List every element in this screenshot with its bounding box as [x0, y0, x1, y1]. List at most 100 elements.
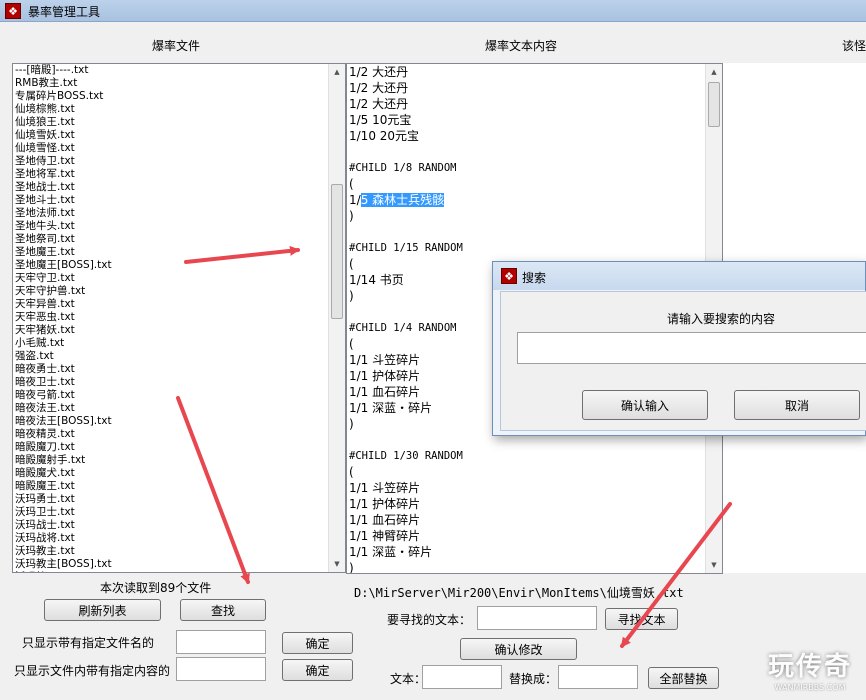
file-list-item[interactable]: 天牢猪妖.txt [15, 324, 329, 337]
confirm-content-filter-button[interactable]: 确定 [282, 659, 353, 681]
file-list-item[interactable]: 暗夜法王[BOSS].txt [15, 415, 329, 428]
watermark-url: WANMIRBBS.COM [774, 683, 846, 692]
text-label: 文本： [390, 672, 427, 686]
content-line-text: ) [349, 561, 354, 574]
dialog-search-input[interactable] [517, 332, 866, 364]
dialog-cancel-button[interactable]: 取消 [734, 390, 860, 420]
file-list-item[interactable]: 沃玛战士.txt [15, 519, 329, 532]
file-list-item[interactable]: 圣地侍卫.txt [15, 155, 329, 168]
filter-content-input[interactable] [176, 657, 266, 681]
file-list-item[interactable]: 小毛贼.txt [15, 337, 329, 350]
file-list-items: ---[暗殿]----.txt RMB教主.txt 专属碎片BOSS.txt 仙境棕熊… [15, 64, 329, 572]
search-dialog: ❖ 搜索 请输入要搜索的内容 确认输入 取消 [492, 261, 866, 436]
replace-label: 替换成： [509, 672, 558, 686]
scroll-down-icon[interactable]: ▼ [706, 557, 722, 573]
dialog-confirm-button[interactable]: 确认输入 [582, 390, 708, 420]
file-list-item[interactable]: 沃玛勇士.txt [15, 493, 329, 506]
dialog-title-bar[interactable]: ❖ 搜索 [493, 262, 865, 290]
file-list-item[interactable]: 圣地魔王[BOSS].txt [15, 259, 329, 272]
content-line-text: #CHILD 1/8 RANDOM [349, 162, 457, 174]
content-line: #CHILD 1/8 RANDOM [349, 160, 705, 176]
file-list-item[interactable]: 沃玛教主.txt [15, 545, 329, 558]
refresh-list-button[interactable]: 刷新列表 [44, 599, 161, 621]
file-list-item[interactable]: 专属碎片BOSS.txt [15, 90, 329, 103]
file-list-item[interactable]: 天牢守护兽.txt [15, 285, 329, 298]
content-line-text: 1/1 斗笠碎片 [349, 353, 421, 367]
content-line-text: ) [349, 289, 354, 303]
text-input[interactable] [422, 665, 502, 689]
find-button[interactable]: 查找 [180, 599, 266, 621]
filter-filename-input[interactable] [176, 630, 266, 654]
scroll-thumb[interactable] [331, 184, 343, 319]
watermark-text: 玩传奇 [767, 652, 852, 682]
file-list-item[interactable]: 圣地祭司.txt [15, 233, 329, 246]
scroll-up-icon[interactable]: ▲ [329, 64, 345, 80]
right-column-header: 该怪 [842, 39, 866, 53]
selected-text: 5 森林士兵残骸 [360, 193, 445, 207]
file-list-item[interactable]: 暗夜卫士.txt [15, 376, 329, 389]
scroll-down-icon[interactable]: ▼ [329, 556, 345, 572]
content-line: 1/10 20元宝 [349, 128, 705, 144]
content-line-text: 1/1 深蓝・碎片 [349, 401, 433, 415]
file-list-item[interactable]: 暗殿魔犬.txt [15, 467, 329, 480]
file-list-item[interactable]: 天牢守卫.txt [15, 272, 329, 285]
file-list-item[interactable]: 暗夜弓箭.txt [15, 389, 329, 402]
file-list-scrollbar[interactable]: ▲ ▼ [328, 64, 345, 572]
file-list-item[interactable]: 圣地魔王.txt [15, 246, 329, 259]
file-list-item[interactable]: 仙境狼王.txt [15, 116, 329, 129]
content-line: #CHILD 1/15 RANDOM [349, 240, 705, 256]
file-list-item[interactable]: 圣地牛头.txt [15, 220, 329, 233]
confirm-filename-filter-button[interactable]: 确定 [282, 632, 353, 654]
content-line: 1/2 大还丹 [349, 80, 705, 96]
replace-all-button[interactable]: 全部替换 [648, 667, 719, 689]
dialog-prompt: 请输入要搜索的内容 [667, 312, 776, 326]
file-list-item[interactable]: RMB教主.txt [15, 77, 329, 90]
content-column-header: 爆率文本内容 [485, 39, 558, 53]
content-line: ( [349, 176, 705, 192]
file-list-item[interactable]: 圣地法师.txt [15, 207, 329, 220]
confirm-edit-button[interactable]: 确认修改 [460, 638, 577, 660]
file-list-item[interactable]: 天牢恶虫.txt [15, 311, 329, 324]
file-list-item[interactable]: 仙境雪妖.txt [15, 129, 329, 142]
current-file-path: D:\MirServer\Mir200\Envir\MonItems\仙境雪妖.… [354, 586, 684, 600]
dialog-app-icon: ❖ [501, 268, 517, 284]
file-list-item[interactable]: ---[暗殿]----.txt [15, 64, 329, 77]
search-text-input[interactable] [477, 606, 597, 630]
file-list-item[interactable]: 沃玛战将.txt [15, 532, 329, 545]
content-line-text: 1/ [349, 193, 361, 207]
content-line: 1/5 10元宝 [349, 112, 705, 128]
files-loaded-status: 本次读取到89个文件 [100, 581, 212, 595]
file-list-item[interactable]: 天牢异兽.txt [15, 298, 329, 311]
file-list-item[interactable]: 沃玛护卫.txt [15, 571, 329, 572]
file-list-item[interactable]: 暗夜勇士.txt [15, 363, 329, 376]
file-list-item[interactable]: 仙境雪怪.txt [15, 142, 329, 155]
search-text-button[interactable]: 寻找文本 [605, 608, 678, 630]
file-list-item[interactable]: 强盗.txt [15, 350, 329, 363]
content-line-text: 1/10 20元宝 [349, 129, 420, 143]
content-line-text: ( [349, 177, 354, 191]
replace-input[interactable] [558, 665, 638, 689]
search-text-label: 要寻找的文本： [387, 613, 472, 627]
content-line-text: 1/1 神臂碎片 [349, 529, 421, 543]
file-list-item[interactable]: 仙境棕熊.txt [15, 103, 329, 116]
scroll-thumb[interactable] [708, 82, 720, 127]
file-list-item[interactable]: 暗夜精灵.txt [15, 428, 329, 441]
content-line-text: ) [349, 417, 354, 431]
file-list-item[interactable]: 暗夜法王.txt [15, 402, 329, 415]
content-line: ) [349, 208, 705, 224]
content-line-text: 1/1 血石碎片 [349, 385, 421, 399]
content-line: ) [349, 560, 705, 574]
files-column-header: 爆率文件 [152, 39, 201, 53]
file-list[interactable]: ---[暗殿]----.txt RMB教主.txt 专属碎片BOSS.txt 仙境棕熊… [12, 63, 346, 573]
file-list-item[interactable]: 暗殿魔王.txt [15, 480, 329, 493]
file-list-item[interactable]: 暗殿魔射手.txt [15, 454, 329, 467]
file-list-item[interactable]: 沃玛教主[BOSS].txt [15, 558, 329, 571]
file-list-item[interactable]: 圣地斗士.txt [15, 194, 329, 207]
content-line-text: 1/1 血石碎片 [349, 513, 421, 527]
file-list-item[interactable]: 圣地将军.txt [15, 168, 329, 181]
file-list-item[interactable]: 圣地战士.txt [15, 181, 329, 194]
file-list-item[interactable]: 沃玛卫士.txt [15, 506, 329, 519]
content-line: 1/2 大还丹 [349, 96, 705, 112]
scroll-up-icon[interactable]: ▲ [706, 64, 722, 80]
file-list-item[interactable]: 暗殿魔刀.txt [15, 441, 329, 454]
